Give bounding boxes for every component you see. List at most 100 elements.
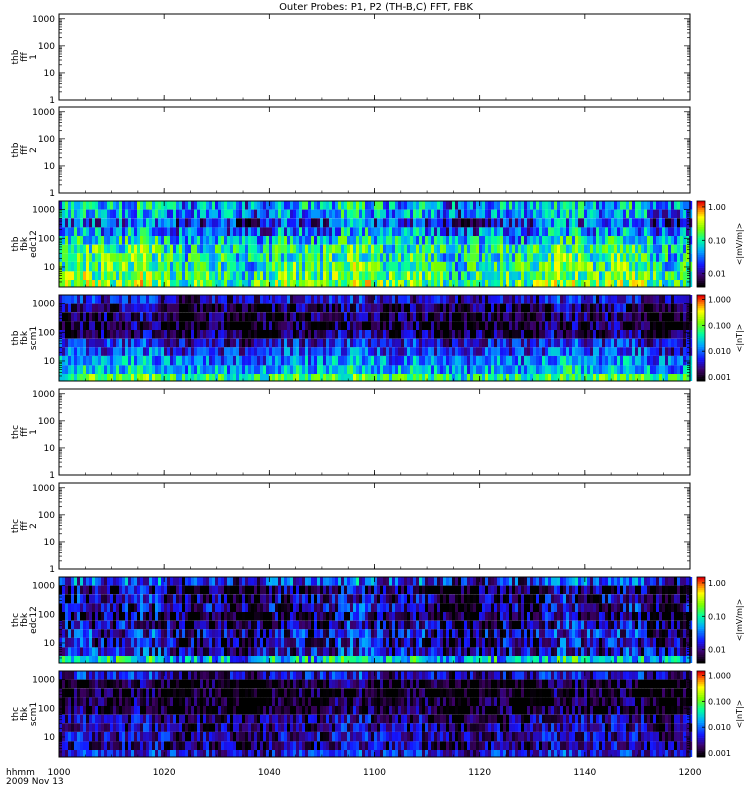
spectrogram-cell: [551, 253, 555, 262]
spectrogram-cell: [554, 236, 558, 245]
spectrogram-cell: [434, 365, 438, 374]
spectrogram-cell: [239, 209, 243, 219]
spectrogram-cell: [326, 271, 330, 280]
spectrogram-cell: [98, 330, 102, 339]
spectrogram-cell: [146, 244, 150, 254]
spectrogram-cell: [473, 330, 477, 339]
spectrogram-cell: [584, 355, 588, 366]
spectrogram-cell: [524, 355, 528, 366]
spectrogram-cell: [635, 280, 639, 287]
spectrogram-cell: [290, 236, 294, 245]
spectrogram-cell: [677, 218, 681, 228]
spectrogram-cell: [119, 271, 123, 280]
spectrogram-cell: [290, 253, 294, 262]
spectrogram-cell: [71, 365, 75, 374]
spectrogram-cell: [509, 253, 513, 262]
spectrogram-cell: [188, 244, 192, 254]
spectrogram-cell: [602, 218, 606, 228]
spectrogram-cell: [464, 261, 468, 272]
spectrogram-cell: [362, 280, 366, 287]
spectrogram-cell: [530, 303, 534, 313]
spectrogram-cell: [380, 209, 384, 219]
spectrogram-cell: [113, 312, 117, 322]
spectrogram-cell: [119, 355, 123, 366]
spectrogram-cell: [368, 201, 372, 210]
spectrogram-cell: [281, 261, 285, 272]
spectrogram-cell: [446, 347, 450, 356]
spectrogram-cell: [68, 312, 72, 322]
spectrogram-cell: [641, 280, 645, 287]
spectrogram-cell: [446, 253, 450, 262]
spectrogram-cell: [581, 253, 585, 262]
colorbar-segment: [697, 246, 705, 249]
spectrogram-cell: [566, 271, 570, 280]
spectrogram-cell: [488, 271, 492, 280]
spectrogram-cell: [629, 374, 633, 381]
spectrogram-cell: [191, 374, 195, 381]
spectrogram-cell: [506, 244, 510, 254]
spectrogram-cell: [398, 330, 402, 339]
spectrogram-cell: [626, 261, 630, 272]
spectrogram-cell: [323, 330, 327, 339]
spectrogram-cell: [173, 280, 177, 287]
spectrogram-cell: [281, 365, 285, 374]
spectrogram-cell: [179, 280, 183, 287]
spectrogram-cell: [341, 330, 345, 339]
spectrogram-cell: [65, 656, 69, 663]
spectrogram-cell: [632, 209, 636, 219]
spectrogram-cell: [458, 321, 462, 330]
spectrogram-cell: [314, 312, 318, 322]
spectrogram-cell: [203, 201, 207, 210]
spectrogram-cell: [287, 261, 291, 272]
spectrogram-cell: [455, 201, 459, 210]
spectrogram-cell: [542, 330, 546, 339]
spectrogram-cell: [329, 330, 333, 339]
spectrogram-cell: [359, 347, 363, 356]
spectrogram-cell: [74, 280, 78, 287]
spectrogram-cell: [134, 218, 138, 228]
spectrogram-cell: [239, 271, 243, 280]
spectrogram-cell: [587, 338, 591, 348]
spectrogram-cell: [194, 244, 198, 254]
spectrogram-cell: [662, 365, 666, 374]
spectrogram-cell: [263, 330, 267, 339]
spectrogram-cell: [329, 218, 333, 228]
spectrogram-cell: [89, 321, 93, 330]
spectrogram-cell: [515, 338, 519, 348]
spectrogram-cell: [152, 244, 156, 254]
spectrogram-cell: [329, 271, 333, 280]
y-tick-label: 10: [44, 357, 56, 367]
spectrogram-cell: [623, 201, 627, 210]
spectrogram-cell: [158, 321, 162, 330]
spectrogram-cell: [236, 365, 240, 374]
spectrogram-cell: [530, 244, 534, 254]
spectrogram-cell: [611, 374, 615, 381]
spectrogram-cell: [305, 201, 309, 210]
spectrogram-cell: [473, 244, 477, 254]
spectrogram-cell: [356, 312, 360, 322]
spectrogram-cell: [419, 209, 423, 219]
spectrogram-cell: [470, 355, 474, 366]
spectrogram-cell: [197, 355, 201, 366]
spectrogram-cell: [203, 365, 207, 374]
spectrogram-cell: [278, 209, 282, 219]
y-minor-ticks: [59, 393, 690, 476]
spectrogram-cell: [686, 280, 690, 287]
spectrogram-cell: [74, 312, 78, 322]
spectrogram-cell: [683, 330, 687, 339]
spectrogram-cell: [278, 218, 282, 228]
spectrogram-cell: [233, 303, 237, 313]
spectrogram-cell: [113, 271, 117, 280]
spectrogram-cell: [62, 365, 66, 374]
spectrogram-cell: [353, 330, 357, 339]
spectrogram-cell: [593, 227, 597, 236]
colorbar-segment: [697, 327, 705, 330]
spectrogram-cell: [98, 295, 102, 304]
spectrogram-cell: [545, 330, 549, 339]
spectrogram-cell: [476, 303, 480, 313]
spectrogram-cell: [227, 312, 231, 322]
spectrogram-cell: [344, 312, 348, 322]
spectrogram-cell: [146, 201, 150, 210]
spectrogram-cell: [392, 374, 396, 381]
spectrogram-cell: [149, 338, 153, 348]
